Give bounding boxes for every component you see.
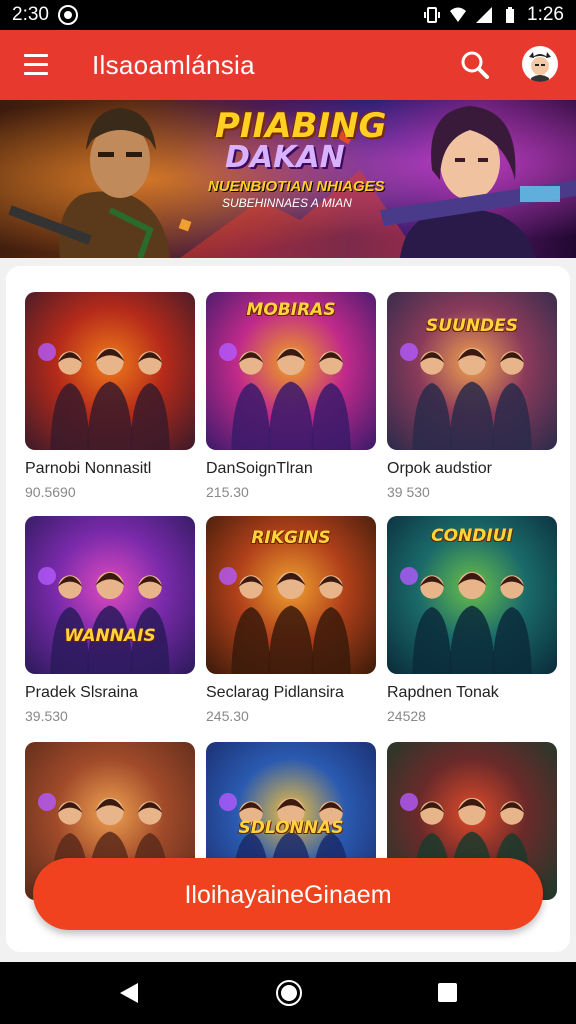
banner-subtitle: NUENBIOTIAN NHIAGES [208,178,385,195]
signal-icon [476,7,493,23]
app-title: Ilsaoamlánsia [92,50,255,80]
home-icon[interactable] [276,980,302,1006]
game-logo: SUUNDES [425,316,519,336]
game-tile[interactable]: Parnobi Nonnasitl 90.5690 [25,292,197,500]
game-meta: 39 530 [387,484,430,500]
game-thumbnail[interactable]: MOBIRAS [206,292,376,450]
avatar[interactable] [522,46,558,82]
game-thumbnail[interactable]: WANNAIS [25,516,195,674]
game-name: Seclarag Pidlansira [206,684,344,701]
status-icons: 1:26 [423,4,564,26]
promo-banner[interactable]: PIIABING DAKAN NUENBIOTIAN NHIAGES SUBEH… [0,100,576,258]
notification-icon [58,5,78,25]
recent-apps-icon[interactable] [438,983,457,1002]
game-tile[interactable]: WANNAIS Pradek Slsraina 39.530 [25,516,197,724]
game-name: DanSoignTlran [206,460,313,477]
game-tile[interactable]: RIKGINS Seclarag Pidlansira 245.30 [206,516,378,724]
game-logo: CONDIUI [431,526,513,546]
game-tile[interactable]: SUUNDES Orpok audstior 39 530 [387,292,559,500]
game-logo: WANNAIS [64,626,156,646]
banner-title-line2: DAKAN [225,140,345,175]
vibrate-icon [424,7,441,23]
app-bar: Ilsaoamlánsia [0,30,576,100]
avatar-face-icon [529,52,551,82]
game-logo: MOBIRAS [246,300,336,320]
game-thumbnail[interactable] [25,292,195,450]
game-logo: SDLONNAS [238,818,344,838]
game-name: Rapdnen Tonak [387,684,499,701]
game-meta: 39.530 [25,708,68,724]
game-logo: RIKGINS [251,528,331,548]
game-art-icon [38,567,170,674]
back-icon[interactable] [118,982,140,1004]
navigation-bar [0,962,576,1024]
game-thumbnail[interactable]: CONDIUI [387,516,557,674]
game-meta: 90.5690 [25,484,76,500]
game-meta: 215.30 [206,484,249,500]
banner-tagline: SUBEHINNAES A MIAN [222,196,352,210]
search-icon[interactable] [458,48,492,82]
play-button[interactable]: IloihayaineGinaem [33,858,543,930]
menu-icon[interactable] [24,54,48,76]
game-name: Parnobi Nonnasitl [25,460,152,477]
wifi-icon [450,7,467,22]
game-meta: 24528 [387,708,426,724]
battery-icon [506,7,515,23]
status-clock: 1:26 [527,4,564,25]
status-time: 2:30 [12,4,49,25]
game-name: Pradek Slsraina [25,684,138,701]
game-art-icon [38,343,170,450]
game-meta: 245.30 [206,708,249,724]
game-tile[interactable]: CONDIUI Rapdnen Tonak 24528 [387,516,559,724]
game-name: Orpok audstior [387,460,492,477]
game-thumbnail[interactable]: RIKGINS [206,516,376,674]
status-bar: 2:30 1:26 [0,0,576,30]
games-card: Parnobi Nonnasitl 90.5690 MOBIRAS DanSoi… [6,266,570,952]
game-tile[interactable]: MOBIRAS DanSoignTlran 215.30 [206,292,378,500]
game-thumbnail[interactable]: SUUNDES [387,292,557,450]
